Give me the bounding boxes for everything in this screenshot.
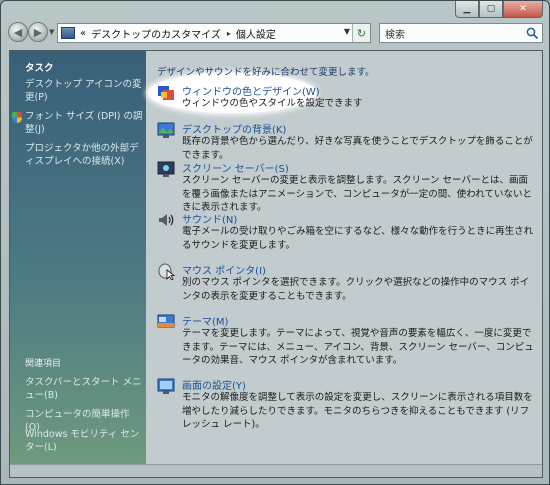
status-bar: [10, 464, 542, 477]
recent-pages-dropdown[interactable]: ▼: [49, 28, 54, 36]
minimize-icon: ▁: [463, 4, 471, 14]
caption-buttons: ▁ ▢ ✕: [455, 1, 543, 19]
desktop-background-link[interactable]: デスクトップの背景(K): [182, 121, 286, 136]
refresh-button[interactable]: ↻: [352, 24, 370, 42]
navigation-bar: ◀ ▶ ▼ « デスクトップのカスタマイズ ▸ 個人設定 ▼ ↻ 検索: [1, 19, 549, 45]
breadcrumb-desktop-customize[interactable]: デスクトップのカスタマイズ: [91, 26, 221, 41]
control-panel-icon: [61, 27, 75, 39]
uac-shield-icon: [12, 112, 22, 123]
task-change-desktop-icons[interactable]: デスクトップ アイコンの変更(P): [25, 78, 143, 104]
search-icon[interactable]: [526, 27, 539, 40]
theme-link[interactable]: テーマ(M): [182, 313, 228, 328]
screensaver-desc: スクリーン セーバーの変更と表示を調整します。スクリーン セーバーとは、画面を覆…: [182, 175, 532, 213]
sound-icon: [159, 214, 174, 226]
sound-link[interactable]: サウンド(N): [182, 211, 237, 226]
theme-desc: テーマを変更します。テーマによって、視覚や音声の要素を幅広く、一度に変更できます…: [182, 328, 534, 366]
maximize-icon: ▢: [486, 4, 496, 14]
display-settings-desc: モニタの解像度を調整して表示の設定を変更し、スクリーンに表示される項目数を増やし…: [182, 392, 533, 430]
refresh-icon: ↻: [356, 26, 367, 40]
desktop-background-desc: 既存の背景や色から選んだり、好きな写真を使うことでデスクトップを飾ることができま…: [182, 136, 533, 161]
task-adjust-font-size-label: フォント サイズ (DPI) の調整(J): [25, 111, 143, 135]
window-color-icon: [158, 86, 174, 100]
page-intro: デザインやサウンドを好みに合わせて変更します。: [157, 67, 375, 78]
theme-icon: [157, 314, 175, 328]
task-pane: タスク デスクトップ アイコンの変更(P) フォント サイズ (DPI) の調整…: [10, 51, 146, 464]
display-settings-icon: [157, 378, 175, 394]
window-color-link[interactable]: ウィンドウの色とデザイン(W): [182, 83, 320, 98]
forward-button[interactable]: ▶: [28, 22, 48, 42]
mouse-pointer-desc: 別のマウス ポインタを選択できます。クリックや選択などの操作中のマウス ポインタ…: [182, 277, 530, 302]
breadcrumb-separator-icon[interactable]: ▸: [227, 29, 231, 38]
related-taskbar-start-menu[interactable]: タスクバーとスタート メニュー(B): [25, 376, 143, 402]
screensaver-link[interactable]: スクリーン セーバー(S): [182, 160, 289, 175]
sound-desc: 電子メールの受け取りやごみ箱を空にするなど、様々な動作を行うときに再生されるサウ…: [182, 226, 534, 251]
mouse-pointer-icon: [158, 263, 175, 280]
breadcrumb-personalize[interactable]: 個人設定: [236, 26, 276, 41]
task-adjust-font-size[interactable]: フォント サイズ (DPI) の調整(J): [12, 110, 143, 136]
close-icon: ✕: [519, 4, 527, 14]
related-heading: 関連項目: [25, 359, 62, 369]
search-placeholder: 検索: [385, 29, 405, 41]
back-button[interactable]: ◀: [8, 22, 28, 42]
maximize-button[interactable]: ▢: [479, 1, 503, 18]
window-color-desc: ウィンドウの色やスタイルを設定できます: [182, 98, 363, 109]
task-connect-projector[interactable]: プロジェクタか他の外部ディスプレイへの接続(X): [25, 142, 143, 168]
close-button[interactable]: ✕: [503, 1, 543, 18]
content-frame: タスク デスクトップ アイコンの変更(P) フォント サイズ (DPI) の調整…: [9, 50, 543, 478]
screensaver-icon: [157, 161, 175, 177]
minimize-button[interactable]: ▁: [455, 1, 479, 18]
forward-arrow-icon: ▶: [33, 25, 43, 39]
main-pane: デザインやサウンドを好みに合わせて変更します。 ウィンドウの色とデザイン(W) …: [146, 51, 542, 464]
tasks-heading: タスク: [25, 63, 54, 74]
related-mobility-center[interactable]: Windows モビリティ センター(L): [25, 428, 143, 454]
address-bar[interactable]: « デスクトップのカスタマイズ ▸ 個人設定 ▼ ↻: [57, 23, 371, 43]
desktop-background-icon: [157, 122, 175, 138]
display-settings-link[interactable]: 画面の設定(Y): [182, 377, 246, 392]
mouse-pointer-link[interactable]: マウス ポインタ(I): [182, 262, 266, 277]
search-input[interactable]: 検索: [379, 23, 543, 43]
back-arrow-icon: ◀: [13, 25, 23, 39]
personalization-window: ▁ ▢ ✕ ◀ ▶ ▼ « デスクトップのカスタマイズ ▸ 個人設定 ▼ ↻ 検…: [0, 0, 550, 485]
address-dropdown-icon[interactable]: ▼: [344, 27, 350, 36]
address-overflow[interactable]: «: [80, 28, 86, 39]
